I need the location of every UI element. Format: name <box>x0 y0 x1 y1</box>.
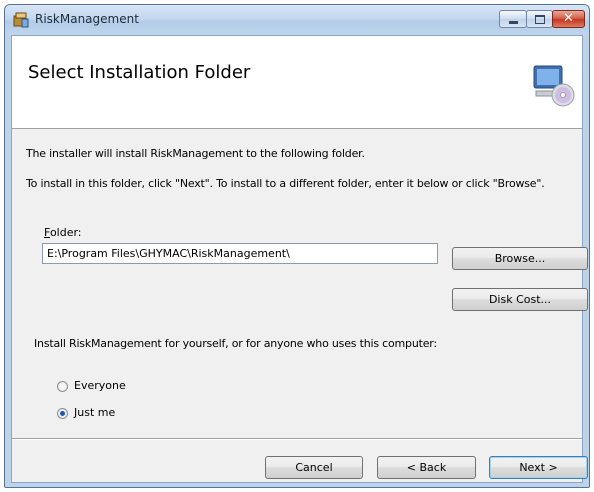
window-title: RiskManagement <box>35 12 139 26</box>
back-button[interactable]: < Back <box>377 456 476 479</box>
footer-divider <box>12 438 582 440</box>
everyone-radio-label[interactable]: Everyone <box>74 379 126 392</box>
folder-label-rest: older: <box>49 226 82 239</box>
install-for-prompt: Install RiskManagement for yourself, or … <box>34 337 437 350</box>
instructions-text: To install in this folder, click "Next".… <box>26 177 545 190</box>
maximize-icon <box>535 15 545 24</box>
close-button[interactable]: ✕ <box>552 10 585 28</box>
folder-label: Folder: <box>44 226 82 239</box>
installer-app-icon <box>13 12 29 28</box>
installer-window: RiskManagement ✕ Select Installation Fol… <box>4 4 590 488</box>
cancel-button[interactable]: Cancel <box>265 456 363 479</box>
browse-button[interactable]: Browse... <box>452 247 588 270</box>
maximize-button[interactable] <box>526 10 553 28</box>
everyone-radio[interactable] <box>57 381 68 392</box>
header-banner: Select Installation Folder <box>12 36 582 129</box>
dialog-client-area: Select Installation Folder The installer… <box>11 35 588 483</box>
disk-cost-button[interactable]: Disk Cost... <box>452 288 588 311</box>
page-title: Select Installation Folder <box>28 62 251 83</box>
minimize-icon <box>509 21 518 24</box>
intro-text: The installer will install RiskManagemen… <box>26 147 365 160</box>
minimize-button[interactable] <box>499 10 527 28</box>
close-icon: ✕ <box>563 11 574 26</box>
just-me-radio[interactable] <box>57 408 68 419</box>
next-button[interactable]: Next > <box>489 456 588 479</box>
folder-path-input[interactable] <box>42 243 438 264</box>
computer-disc-icon <box>533 65 575 107</box>
title-bar[interactable]: RiskManagement ✕ <box>5 5 589 35</box>
just-me-radio-label[interactable]: Just me <box>74 406 115 419</box>
